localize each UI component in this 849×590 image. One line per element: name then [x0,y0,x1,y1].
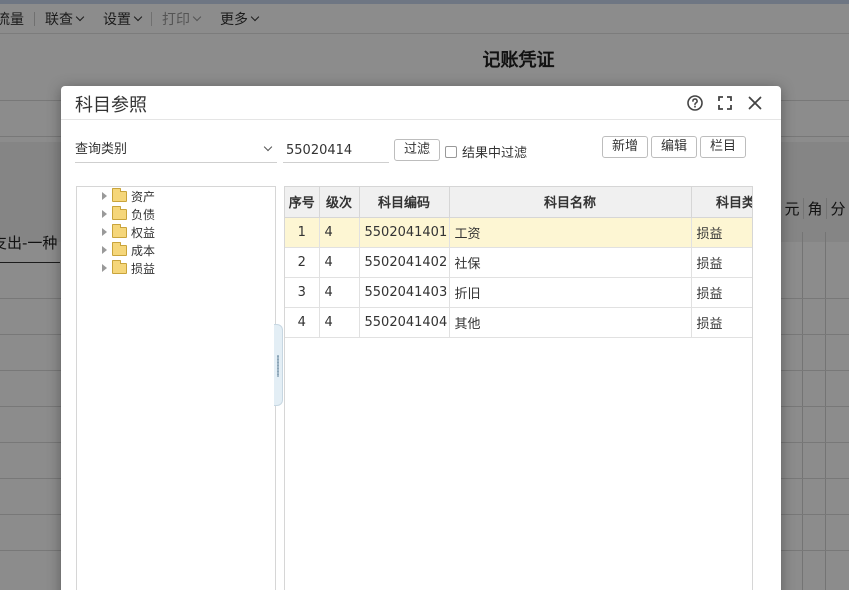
folder-icon [112,241,127,256]
expand-arrow-icon[interactable] [102,228,107,236]
help-icon[interactable] [685,93,705,113]
filter-button[interactable]: 过滤 [394,139,440,161]
tree-node-profit-loss[interactable]: 损益 [102,259,155,277]
cell-type: 损益 [691,247,752,278]
cell-name: 工资 [449,217,692,248]
column-header-name[interactable]: 科目名称 [449,187,692,218]
cell-code: 5502041401 [359,217,450,248]
cell-code: 5502041403 [359,277,450,308]
table-row[interactable]: 2 4 5502041402 社保 损益 [285,247,752,278]
folder-icon [112,205,127,220]
table-row[interactable]: 1 4 5502041401 工资 损益 [285,217,752,248]
cell-code: 5502041402 [359,247,450,278]
tree-node-assets[interactable]: 资产 [102,187,155,205]
filter-in-result-option[interactable]: 结果中过滤 [445,142,527,161]
dialog-title: 科目参照 [75,95,147,116]
dialog-header: 科目参照 [61,86,781,120]
cell-level: 4 [319,277,360,308]
add-button[interactable]: 新增 [602,136,648,158]
dialog-window-controls [685,93,765,113]
cell-code: 5502041404 [359,307,450,338]
maximize-icon[interactable] [715,93,735,113]
cell-level: 4 [319,217,360,248]
folder-icon [112,187,127,202]
cell-index: 1 [285,217,320,248]
expand-arrow-icon[interactable] [102,246,107,254]
tree-node-equity[interactable]: 权益 [102,223,155,241]
cell-level: 4 [319,307,360,338]
tree-node-cost[interactable]: 成本 [102,241,155,259]
folder-icon [112,223,127,238]
cell-index: 2 [285,247,320,278]
table-row[interactable]: 3 4 5502041403 折旧 损益 [285,277,752,308]
cell-name: 折旧 [449,277,692,308]
cell-index: 4 [285,307,320,338]
expand-arrow-icon[interactable] [102,210,107,218]
folder-icon [112,259,127,274]
expand-arrow-icon[interactable] [102,264,107,272]
column-header-level[interactable]: 级次 [319,187,360,218]
columns-button[interactable]: 栏目 [700,136,746,158]
account-category-tree: 资产 负债 权益 成本 损益 [76,186,276,590]
query-type-select[interactable]: 查询类别 [75,138,277,163]
cell-name: 社保 [449,247,692,278]
account-table: 序号 级次 科目编码 科目名称 科目类型 1 4 5502041401 工资 损… [285,187,752,338]
account-code-filter-input[interactable] [283,138,389,163]
chevron-down-icon [263,142,273,152]
table-header-row: 序号 级次 科目编码 科目名称 科目类型 [285,187,752,218]
close-icon[interactable] [745,93,765,113]
cell-index: 3 [285,277,320,308]
column-header-code[interactable]: 科目编码 [359,187,450,218]
column-header-index[interactable]: 序号 [285,187,320,218]
account-result-grid: 序号 级次 科目编码 科目名称 科目类型 1 4 5502041401 工资 损… [284,186,753,590]
filter-in-result-checkbox[interactable] [445,145,457,158]
cell-level: 4 [319,247,360,278]
column-header-type[interactable]: 科目类型 [691,187,752,218]
table-row[interactable]: 4 4 5502041404 其他 损益 [285,307,752,338]
expand-arrow-icon[interactable] [102,192,107,200]
grip-icon [277,355,279,377]
tree-node-liabilities[interactable]: 负债 [102,205,155,223]
cell-name: 其他 [449,307,692,338]
account-reference-dialog: 科目参照 查询类别 过滤 结果中过滤 新增 编辑 栏目 资产 负债 权益 成本 … [61,86,781,590]
cell-type: 损益 [691,217,752,248]
cell-type: 损益 [691,277,752,308]
panel-splitter-handle[interactable] [274,324,283,406]
cell-type: 损益 [691,307,752,338]
edit-button[interactable]: 编辑 [651,136,697,158]
